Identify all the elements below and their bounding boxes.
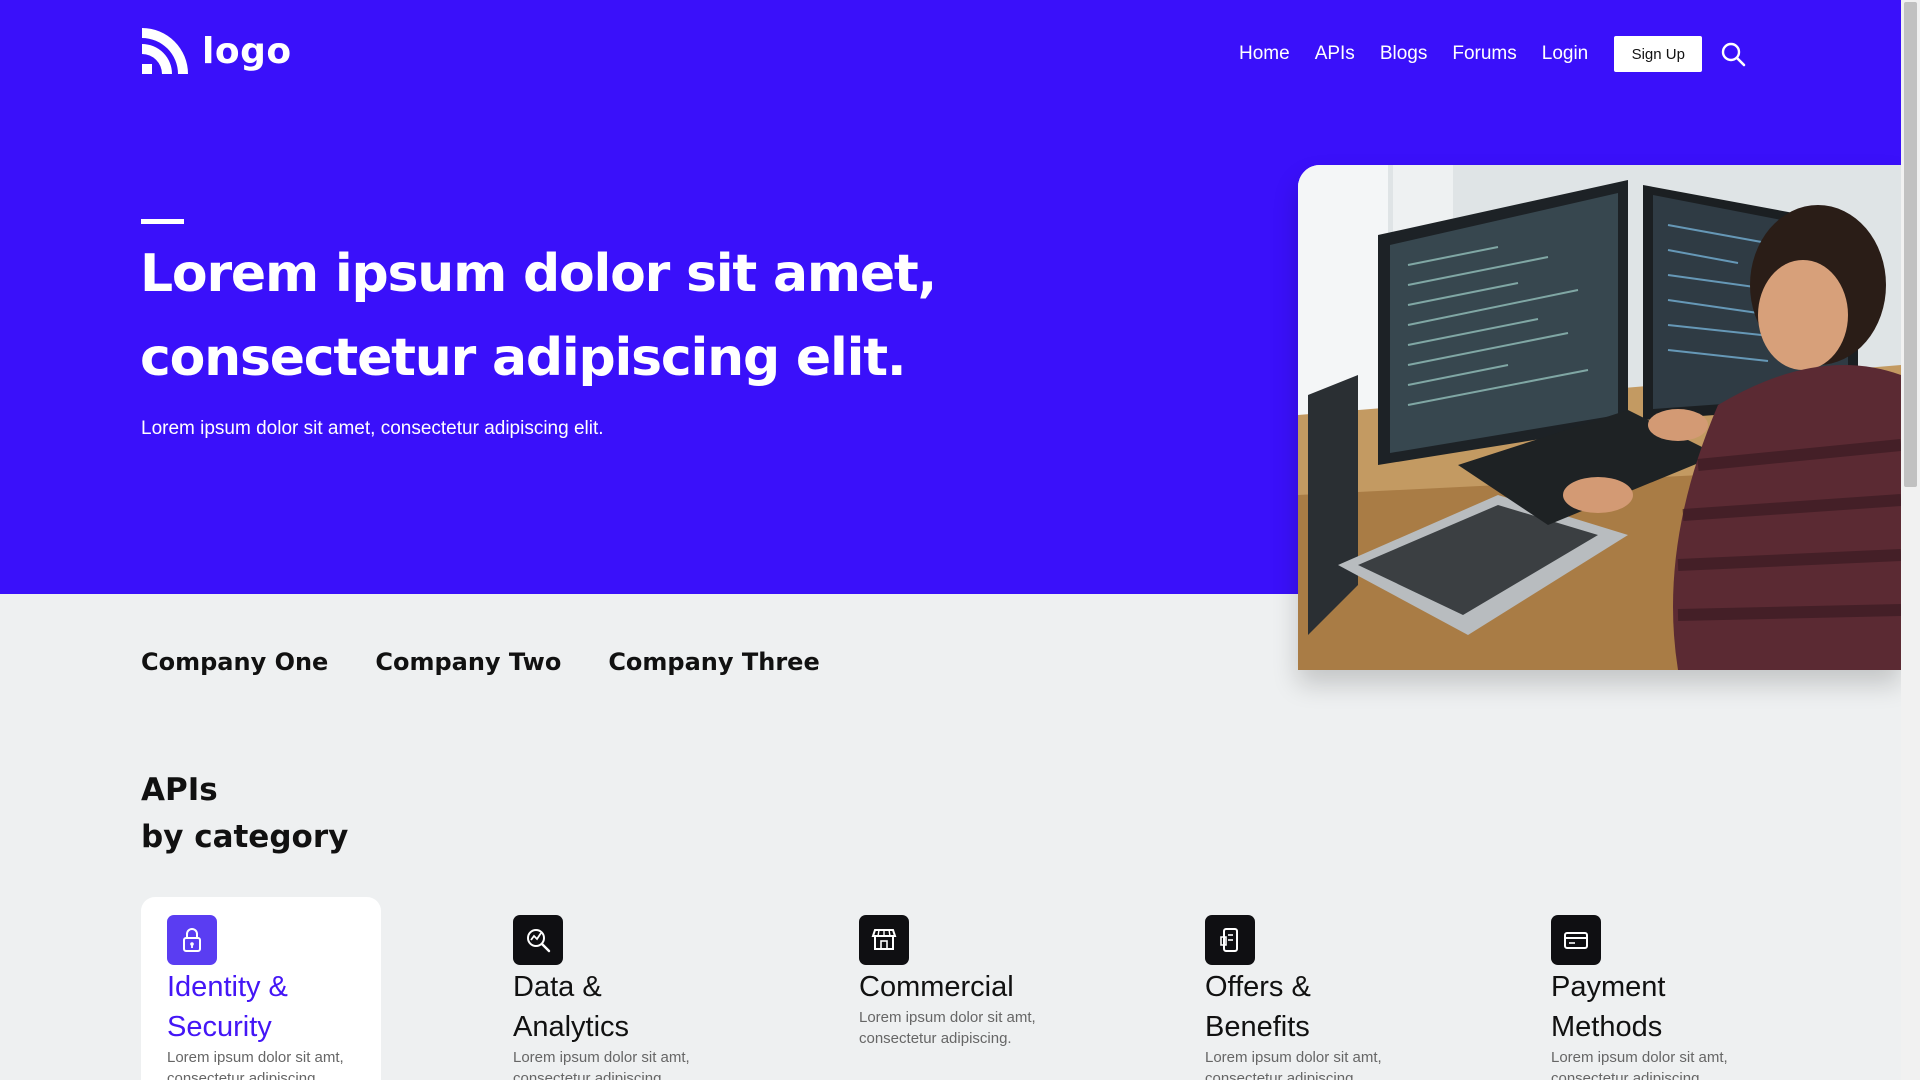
card-description: Lorem ipsum dolor sit amt, consectetur a… — [1551, 1049, 1728, 1080]
card-description: Lorem ipsum dolor sit amt, consectetur a… — [513, 1049, 690, 1080]
company-three: Company Three — [608, 648, 820, 676]
hero-title: Lorem ipsum dolor sit amet, consectetur … — [140, 232, 1140, 400]
card-title-line1: Offers & — [1205, 971, 1311, 1003]
hero-photo — [1298, 165, 1901, 670]
logo-icon — [142, 28, 188, 74]
nav-link-login[interactable]: Login — [1542, 43, 1589, 65]
company-two: Company Two — [375, 648, 562, 676]
apis-title-line2: by category — [141, 819, 349, 855]
hero-title-line1: Lorem ipsum dolor sit amet, — [140, 244, 937, 304]
main-nav: Home APIs Blogs Forums Login Sign Up — [1239, 36, 1746, 72]
card-title: Payment Methods — [1551, 967, 1851, 1047]
card-title-line2: Benefits — [1205, 1011, 1310, 1043]
scrollbar-thumb[interactable] — [1904, 2, 1917, 487]
store-icon — [859, 915, 909, 965]
programmer-illustration — [1298, 165, 1901, 670]
analytics-icon — [513, 915, 563, 965]
category-card-identity-security[interactable]: Identity & Security Lorem ipsum dolor si… — [141, 897, 381, 1080]
lock-icon — [167, 915, 217, 965]
card-title-line1: Data & — [513, 971, 602, 1003]
mobile-offer-icon — [1205, 915, 1255, 965]
nav-link-blogs[interactable]: Blogs — [1380, 43, 1428, 65]
credit-card-icon — [1551, 915, 1601, 965]
hero-divider — [141, 219, 184, 224]
apis-title-line1: APIs — [141, 772, 218, 808]
logo[interactable]: logo — [140, 26, 292, 76]
card-title-line1: Identity & — [167, 971, 288, 1003]
card-description: Lorem ipsum dolor sit amt, consectetur a… — [859, 1009, 1036, 1047]
card-title-line2: Security — [167, 1011, 272, 1043]
page-scrollbar[interactable] — [1901, 0, 1920, 1080]
logo-text: logo — [202, 30, 292, 72]
category-card-data-analytics[interactable]: Data & Analytics Lorem ipsum dolor sit a… — [487, 897, 727, 1080]
signup-button[interactable]: Sign Up — [1614, 36, 1703, 72]
category-card-payment-methods[interactable]: Payment Methods Lorem ipsum dolor sit am… — [1525, 897, 1765, 1080]
card-title: Commercial — [859, 967, 1159, 1007]
card-title-line1: Payment — [1551, 971, 1666, 1003]
hero-title-line2: consectetur adipiscing elit. — [140, 328, 907, 388]
company-one: Company One — [141, 648, 329, 676]
nav-link-apis[interactable]: APIs — [1315, 43, 1355, 65]
card-title-line1: Commercial — [859, 971, 1014, 1003]
hero-subtitle: Lorem ipsum dolor sit amet, consectetur … — [141, 418, 604, 439]
card-title: Offers & Benefits — [1205, 967, 1505, 1047]
nav-link-forums[interactable]: Forums — [1452, 43, 1516, 65]
card-title: Identity & Security — [167, 967, 467, 1047]
nav-link-home[interactable]: Home — [1239, 43, 1290, 65]
card-title: Data & Analytics — [513, 967, 813, 1047]
card-title-line2: Analytics — [513, 1011, 630, 1043]
card-description: Lorem ipsum dolor sit amt, consectetur a… — [167, 1049, 344, 1080]
apis-section-title: APIs by category — [141, 767, 348, 861]
category-card-commercial[interactable]: Commercial Lorem ipsum dolor sit amt, co… — [833, 897, 1073, 1080]
card-description: Lorem ipsum dolor sit amt, consectetur a… — [1205, 1049, 1382, 1080]
search-icon[interactable] — [1720, 41, 1746, 67]
card-title-line2: Methods — [1551, 1011, 1663, 1043]
category-card-offers-benefits[interactable]: Offers & Benefits Lorem ipsum dolor sit … — [1179, 897, 1419, 1080]
company-logos: Company One Company Two Company Three — [141, 648, 820, 676]
